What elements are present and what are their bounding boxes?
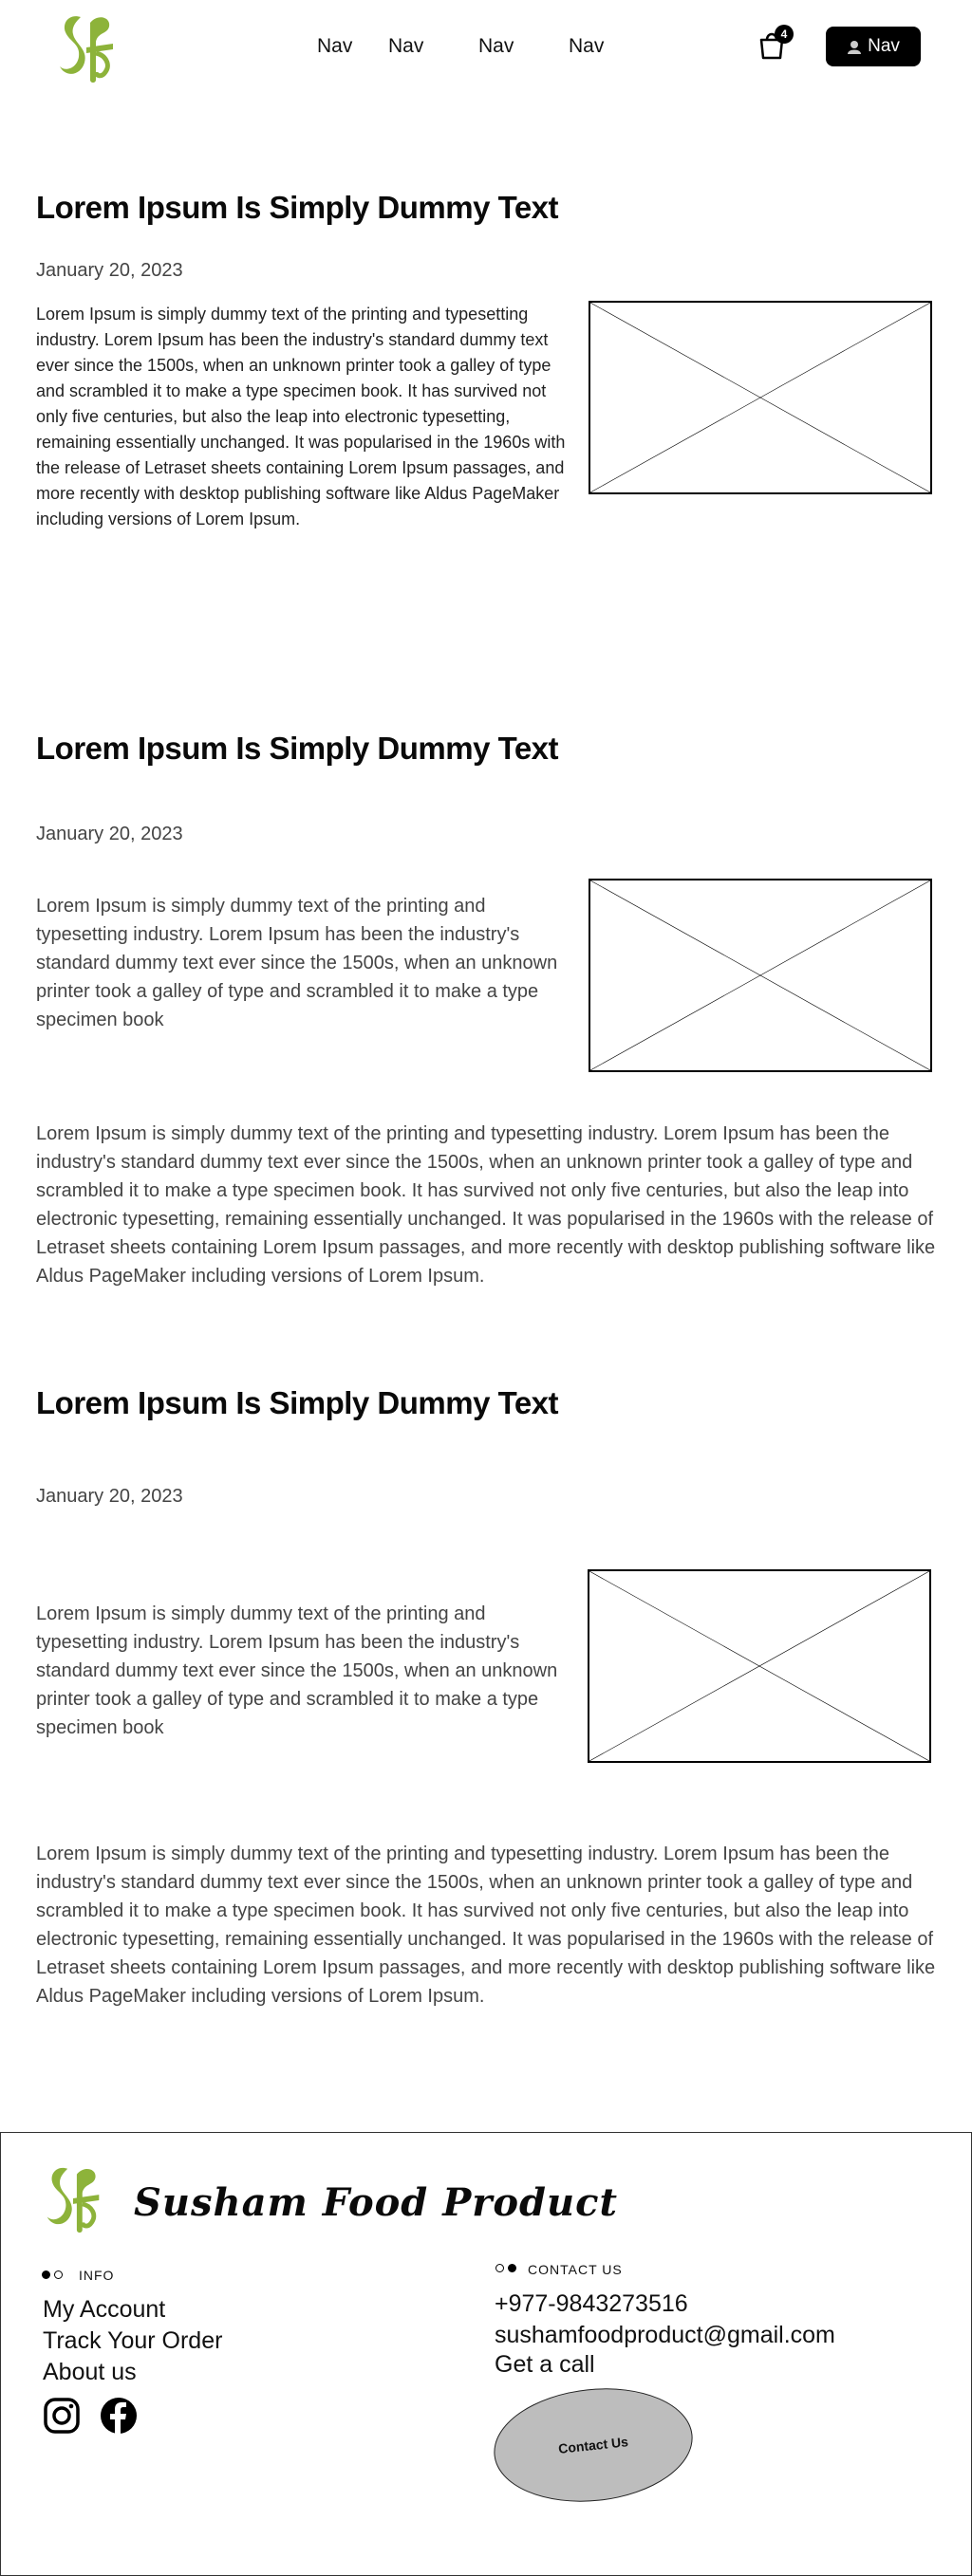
instagram-icon[interactable] — [43, 2397, 81, 2435]
facebook-icon[interactable] — [100, 2397, 138, 2435]
article-intro: Lorem Ipsum is simply dummy text of the … — [36, 1603, 558, 1738]
logo-icon[interactable] — [52, 9, 121, 85]
cart-count-badge: 4 — [775, 25, 794, 44]
track-order-link[interactable]: Track Your Order — [43, 2327, 222, 2355]
site-footer: Susham Food Product INFO My Account Trac… — [0, 2132, 972, 2576]
article-body: Lorem Ipsum is simply dummy text of the … — [36, 1123, 936, 1287]
nav-link-4[interactable]: Nav — [569, 35, 604, 58]
phone-number[interactable]: +977-9843273516 — [495, 2290, 688, 2318]
info-dots — [42, 2270, 63, 2279]
logo-icon[interactable] — [39, 2161, 107, 2235]
dot — [54, 2270, 63, 2279]
article-date: January 20, 2023 — [36, 824, 183, 844]
email-address[interactable]: sushamfoodproduct@gmail.com — [495, 2322, 835, 2349]
about-us-link[interactable]: About us — [43, 2359, 137, 2386]
site-header: Nav Nav Nav Nav 4 Nav — [0, 0, 972, 95]
article-body: Lorem Ipsum is simply dummy text of the … — [36, 305, 566, 528]
image-placeholder — [589, 879, 932, 1072]
article-title: Lorem Ipsum Is Simply Dummy Text — [36, 1385, 559, 1420]
image-placeholder — [588, 1569, 931, 1763]
article-body: Lorem Ipsum is simply dummy text of the … — [36, 1844, 936, 2007]
article-date: January 20, 2023 — [36, 1486, 183, 1507]
article-title: Lorem Ipsum Is Simply Dummy Text — [36, 731, 559, 766]
dot — [495, 2264, 504, 2272]
contact-heading: CONTACT US — [528, 2262, 623, 2277]
my-account-link[interactable]: My Account — [43, 2296, 165, 2324]
contact-dots — [495, 2264, 516, 2272]
article-date: January 20, 2023 — [36, 260, 183, 281]
nav-link-1[interactable]: Nav — [317, 35, 352, 58]
nav-button[interactable]: Nav — [826, 27, 921, 66]
article-intro: Lorem Ipsum is simply dummy text of the … — [36, 896, 558, 1030]
article-title: Lorem Ipsum Is Simply Dummy Text — [36, 190, 559, 225]
dot — [42, 2270, 50, 2279]
get-a-call-link[interactable]: Get a call — [495, 2351, 595, 2379]
nav-link-3[interactable]: Nav — [478, 35, 514, 58]
nav-button-label: Nav — [868, 36, 900, 56]
image-placeholder — [589, 301, 932, 494]
nav-link-2[interactable]: Nav — [388, 35, 423, 58]
user-icon — [848, 41, 862, 54]
info-heading: INFO — [79, 2268, 115, 2283]
dot — [508, 2264, 516, 2272]
brand-name: Susham Food Product — [134, 2180, 618, 2225]
